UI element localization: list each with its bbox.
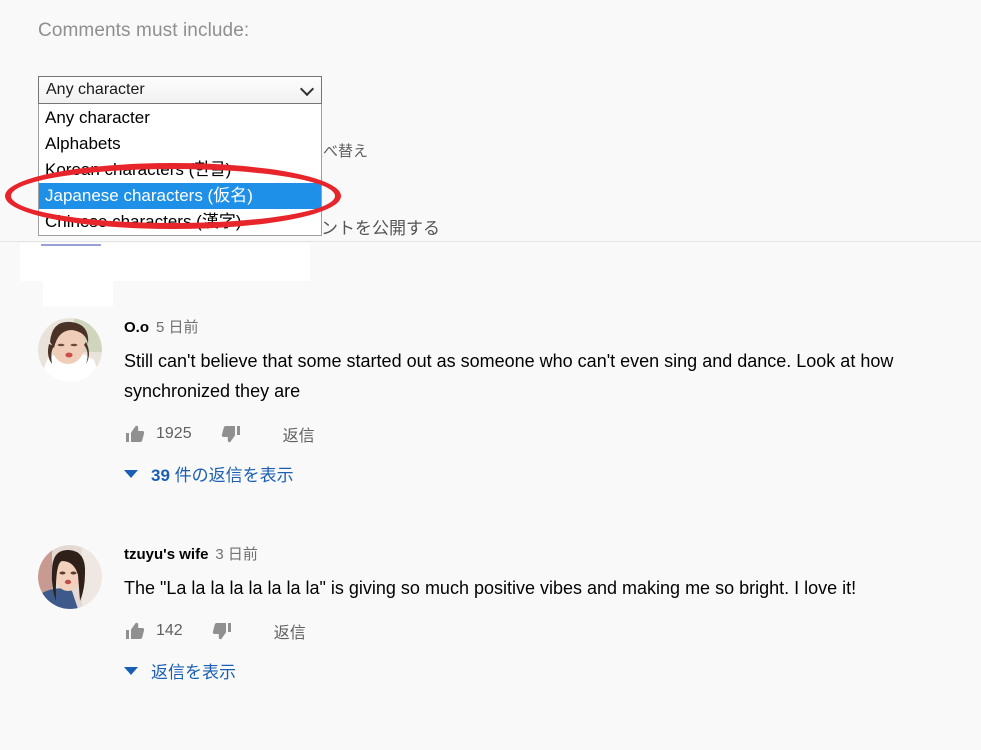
avatar[interactable] — [38, 318, 102, 382]
comment-author[interactable]: tzuyu's wife — [124, 546, 208, 563]
comment-text: The "La la la la la la la la" is giving … — [124, 578, 857, 598]
show-replies-label: 返信を表示 — [151, 658, 236, 683]
comment-timestamp: 3 日前 — [215, 546, 258, 563]
select-value: Any character — [46, 81, 145, 98]
replies-count: 39 — [151, 466, 170, 485]
triangle-down-icon — [124, 666, 138, 675]
comment-body: tzuyu's wife 3 日前 The "La la la la la la… — [124, 543, 938, 683]
comment-text: Still can't believe that some started ou… — [124, 351, 894, 401]
reply-button[interactable]: 返信 — [283, 422, 315, 446]
reply-button[interactable]: 返信 — [274, 619, 306, 643]
like-count: 142 — [156, 622, 183, 639]
comment-body: O.o 5 日前 Still can't believe that some s… — [124, 316, 938, 486]
triangle-down-icon — [124, 469, 138, 478]
replies-text: 件の返信を表示 — [169, 466, 294, 485]
comment-item: O.o 5 日前 Still can't believe that some s… — [38, 316, 938, 486]
chevron-down-icon — [299, 81, 315, 97]
page-title: Comments must include: — [38, 20, 250, 41]
replies-text: 返信を表示 — [151, 663, 236, 682]
thumbs-down-icon[interactable] — [221, 424, 242, 444]
select-option-any-character[interactable]: Any character — [39, 105, 321, 131]
page-root: 並べ替え てコメントを公開する Comments must include: A… — [0, 0, 981, 750]
select-closed-display[interactable]: Any character — [38, 76, 322, 104]
thumbs-up-icon[interactable] — [124, 424, 145, 444]
select-options-list[interactable]: Any character Alphabets Korean character… — [38, 104, 322, 236]
comment-timestamp: 5 日前 — [156, 319, 199, 336]
comment-header: tzuyu's wife 3 日前 — [124, 543, 938, 564]
select-option-alphabets[interactable]: Alphabets — [39, 131, 321, 157]
avatar[interactable] — [38, 545, 102, 609]
select-option-chinese[interactable]: Chinese characters (漢字) — [39, 209, 321, 235]
thumbs-down-icon[interactable] — [212, 621, 233, 641]
comment-actions: 142 返信 — [124, 619, 938, 643]
show-replies-button[interactable]: 返信を表示 — [124, 658, 938, 683]
thumbs-up-icon[interactable] — [124, 621, 145, 641]
comment-box-panel-footer — [43, 281, 113, 307]
comment-header: O.o 5 日前 — [124, 316, 938, 337]
comment-character-filter[interactable]: Any character Any character Alphabets Ko… — [38, 76, 322, 236]
select-option-korean[interactable]: Korean characters (한글) — [39, 157, 321, 183]
section-divider — [0, 241, 981, 242]
comment-item: tzuyu's wife 3 日前 The "La la la la la la… — [38, 543, 938, 683]
input-underline — [41, 244, 101, 246]
show-replies-button[interactable]: 39 件の返信を表示 — [124, 461, 938, 486]
comment-author[interactable]: O.o — [124, 319, 149, 336]
select-option-japanese[interactable]: Japanese characters (仮名) — [39, 183, 321, 209]
comment-actions: 1925 返信 — [124, 422, 938, 446]
show-replies-label: 39 件の返信を表示 — [151, 461, 294, 486]
like-count: 1925 — [156, 425, 192, 442]
